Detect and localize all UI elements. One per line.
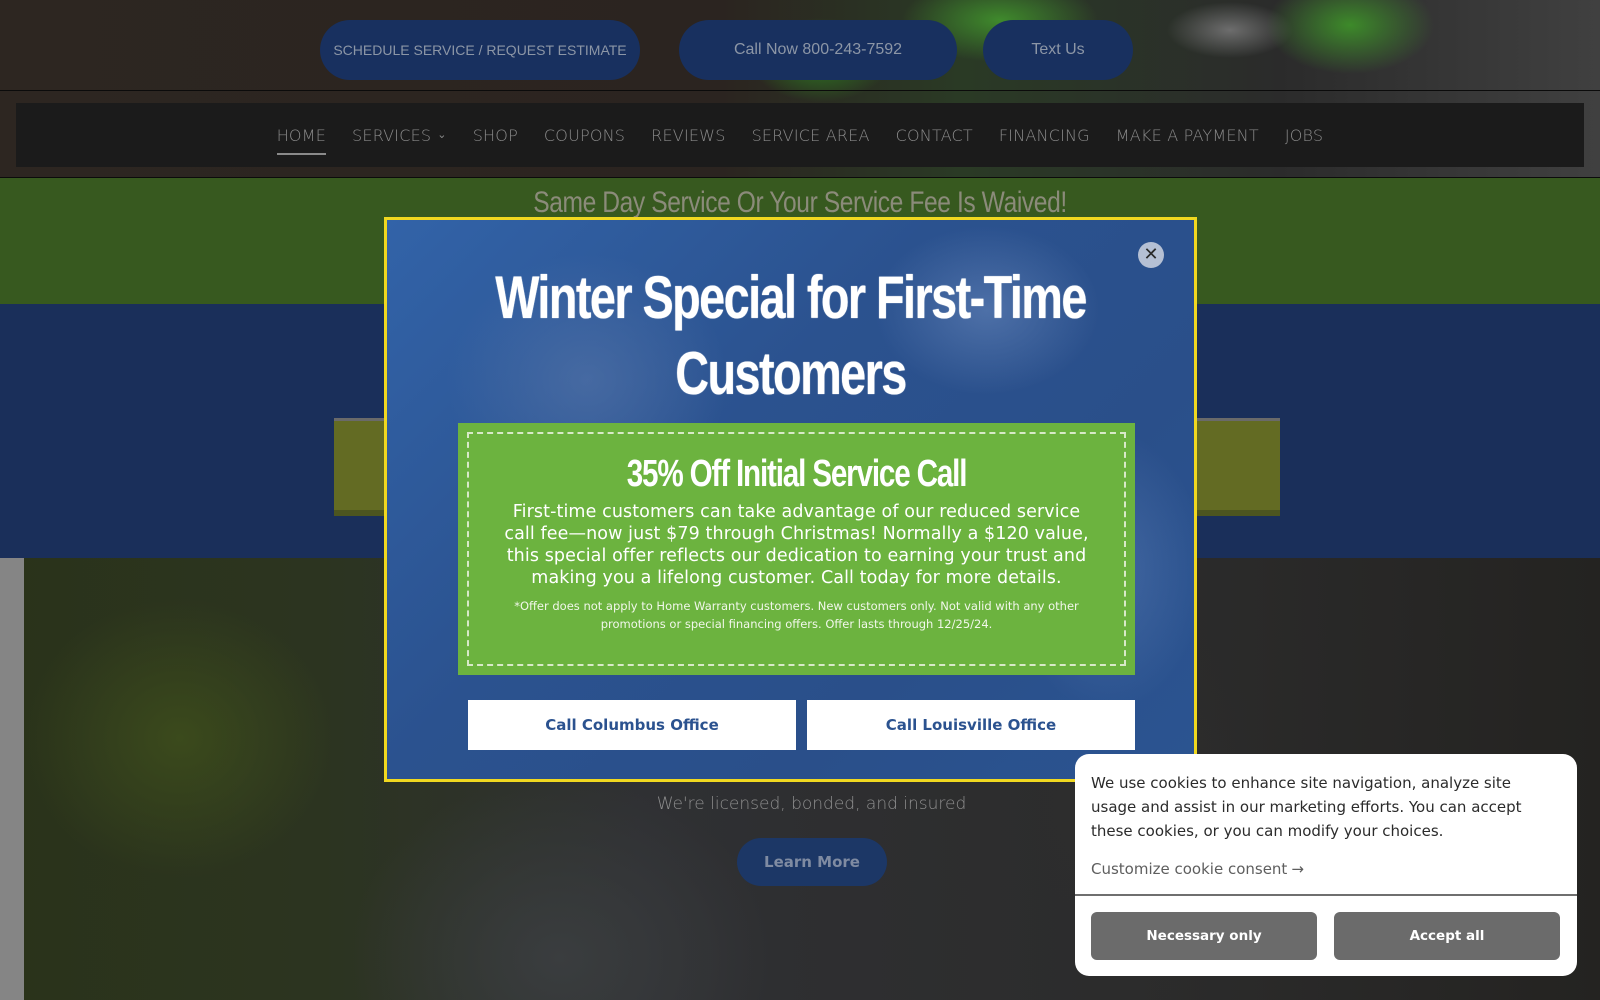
nav-item-coupons[interactable]: COUPONS (544, 126, 625, 145)
nav-item-label: CONTACT (895, 125, 973, 145)
coupon-box: 35% Off Initial Service Call First-time … (458, 423, 1135, 675)
nav-item-label: SERVICES (352, 125, 432, 145)
nav-item-jobs[interactable]: JOBS (1285, 126, 1323, 145)
nav-item-label: COUPONS (543, 125, 626, 145)
nav-item-label: SHOP (472, 125, 518, 145)
nav-item-reviews[interactable]: REVIEWS (651, 126, 725, 145)
learn-more-button[interactable]: Learn More (737, 838, 887, 886)
cookie-consent-banner: We use cookies to enhance site navigatio… (1075, 754, 1577, 976)
popup-title: Winter Special for First-Time Customers (495, 264, 1087, 407)
accept-all-button[interactable]: Accept all (1334, 912, 1560, 960)
call-louisville-office-button[interactable]: Call Louisville Office (807, 700, 1135, 750)
text-us-button[interactable]: Text Us (983, 20, 1133, 80)
nav-item-service-area[interactable]: SERVICE AREA (752, 126, 870, 145)
winter-special-popup: ✕ Winter Special for First-Time Customer… (384, 217, 1197, 782)
call-columbus-office-button[interactable]: Call Columbus Office (468, 700, 796, 750)
cookie-message: We use cookies to enhance site navigatio… (1091, 774, 1522, 840)
main-nav-wrapper: HOME SERVICES ⌄ SHOP COUPONS REVIEWS SERV… (0, 90, 1600, 178)
customize-cookie-consent-link[interactable]: Customize cookie consent → (1091, 860, 1304, 878)
nav-item-label: REVIEWS (651, 125, 726, 145)
header-cta-row: SCHEDULE SERVICE / REQUEST ESTIMATE Call… (0, 20, 1600, 80)
nav-item-label: SERVICE AREA (751, 125, 870, 145)
coupon-headline: 35% Off Initial Service Call (626, 453, 968, 495)
nav-item-financing[interactable]: FINANCING (999, 126, 1090, 145)
nav-item-contact[interactable]: CONTACT (896, 126, 973, 145)
necessary-only-button[interactable]: Necessary only (1091, 912, 1317, 960)
call-now-button[interactable]: Call Now 800-243-7592 (679, 20, 957, 80)
promo-tagline: Same Day Service Or Your Service Fee Is … (533, 186, 1067, 219)
chevron-down-icon: ⌄ (437, 127, 447, 141)
cookie-divider (1075, 894, 1577, 896)
main-nav: HOME SERVICES ⌄ SHOP COUPONS REVIEWS SERV… (16, 103, 1584, 167)
arrow-right-icon: → (1291, 860, 1304, 878)
coupon-fine-print: *Offer does not apply to Home Warranty c… (514, 599, 1079, 631)
close-icon[interactable]: ✕ (1138, 242, 1164, 268)
schedule-service-button[interactable]: SCHEDULE SERVICE / REQUEST ESTIMATE (320, 20, 640, 80)
customize-link-label: Customize cookie consent (1091, 860, 1288, 878)
nav-item-label: HOME (276, 125, 327, 145)
nav-item-label: MAKE A PAYMENT (1115, 125, 1259, 145)
nav-item-shop[interactable]: SHOP (473, 126, 518, 145)
nav-item-home[interactable]: HOME (276, 125, 327, 155)
nav-item-make-a-payment[interactable]: MAKE A PAYMENT (1116, 126, 1259, 145)
nav-item-label: FINANCING (998, 125, 1090, 145)
nav-item-services[interactable]: SERVICES ⌄ (352, 126, 447, 145)
coupon-description: First-time customers can take advantage … (504, 502, 1089, 588)
hero-side-strip (0, 558, 24, 1000)
nav-item-label: JOBS (1284, 125, 1324, 145)
